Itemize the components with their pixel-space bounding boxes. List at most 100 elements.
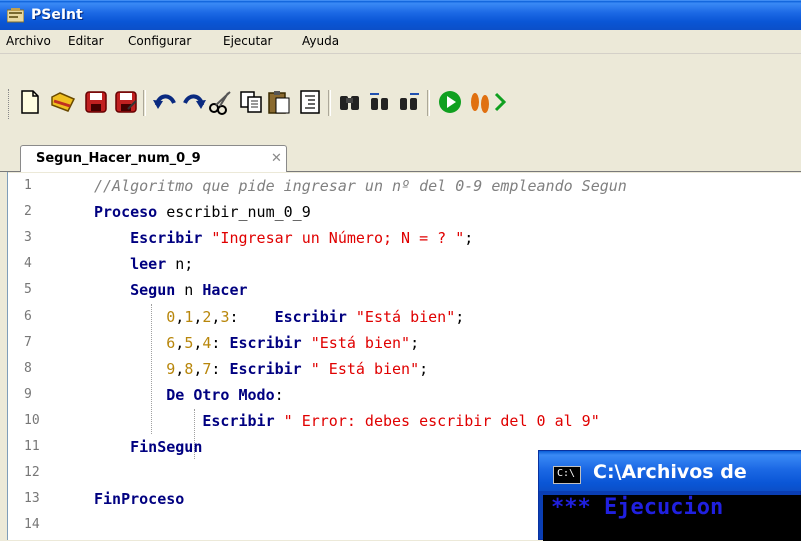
- code-line[interactable]: 4 leer n;: [8, 251, 801, 277]
- code-token: ;: [410, 333, 420, 352]
- line-number: 5: [24, 282, 32, 298]
- tab-segun-hacer[interactable]: Segun_Hacer_num_0_9 ✕: [20, 145, 287, 172]
- code-text: FinSegun: [94, 438, 202, 456]
- string-token: " Está bien": [310, 359, 420, 378]
- code-line[interactable]: 9 De Otro Modo:: [8, 382, 801, 408]
- code-line[interactable]: 3 Escribir "Ingresar un Número; N = ? ";: [8, 225, 801, 251]
- line-number: 12: [24, 465, 40, 481]
- number-token: 1: [184, 307, 194, 326]
- find-icon[interactable]: [337, 89, 363, 115]
- code-text: De Otro Modo:: [94, 385, 284, 404]
- code-line[interactable]: 1 //Algoritmo que pide ingresar un nº del…: [8, 173, 801, 199]
- code-line[interactable]: 5 Segun n Hacer: [8, 277, 801, 303]
- undo-icon[interactable]: [152, 89, 178, 115]
- line-number: 4: [24, 256, 32, 272]
- code-line[interactable]: 10 Escribir " Error: debes escribir del …: [8, 408, 801, 434]
- string-token: "Está bien": [355, 307, 456, 326]
- keyword-token: Escribir: [274, 307, 347, 326]
- code-line[interactable]: 7 6,5,4: Escribir "Está bien";: [8, 330, 801, 356]
- pseint-app-icon: [7, 8, 24, 23]
- code-token: ;: [419, 359, 429, 378]
- code-line[interactable]: 2 Proceso escribir_num_0_9: [8, 199, 801, 225]
- console-window[interactable]: C:\ C:\Archivos de *** Ejecucion: [538, 450, 801, 541]
- keyword-token: Proceso: [94, 203, 158, 222]
- code-text: //Algoritmo que pide ingresar un nº del …: [94, 177, 627, 195]
- code-text: FinProceso: [94, 490, 184, 508]
- code-line[interactable]: 6 0,1,2,3: Escribir "Está bien";: [8, 304, 801, 330]
- menu-editar[interactable]: Editar: [68, 34, 104, 48]
- code-token: ,: [175, 359, 185, 378]
- title-bar[interactable]: PSeInt: [0, 0, 801, 30]
- code-token: escribir_num_0_9: [157, 203, 311, 222]
- code-text: Escribir "Ingresar un Número; N = ? ";: [94, 229, 473, 247]
- code-text: Escribir " Error: debes escribir del 0 a…: [94, 411, 599, 430]
- code-token: n: [175, 281, 203, 300]
- save-as-icon[interactable]: [113, 89, 139, 115]
- string-token: "Está bien": [310, 333, 411, 352]
- code-line[interactable]: 8 9,8,7: Escribir " Está bien";: [8, 356, 801, 382]
- code-text: 6,5,4: Escribir "Está bien";: [94, 334, 419, 352]
- find-next-icon[interactable]: [396, 89, 422, 115]
- flowchart-icon[interactable]: [494, 89, 506, 115]
- line-number: 13: [24, 491, 40, 507]
- copy-icon[interactable]: [238, 89, 264, 115]
- line-number: 1: [24, 178, 32, 193]
- code-token: ,: [175, 307, 185, 326]
- code-token: n;: [166, 255, 194, 274]
- close-tab-icon[interactable]: ✕: [271, 151, 282, 166]
- number-token: 9: [166, 359, 176, 378]
- code-token: :: [211, 359, 230, 378]
- code-token: ;: [464, 229, 474, 248]
- keyword-token: Segun: [130, 281, 176, 300]
- open-file-icon[interactable]: [50, 89, 76, 115]
- save-icon[interactable]: [83, 89, 109, 115]
- keyword-token: Escribir: [202, 411, 275, 430]
- number-token: 0: [166, 307, 176, 326]
- comment-token: //Algoritmo que pide ingresar un nº del …: [94, 177, 627, 195]
- code-token: ,: [175, 333, 185, 352]
- paste-icon[interactable]: [266, 89, 292, 115]
- redo-icon[interactable]: [181, 89, 207, 115]
- number-token: 5: [184, 333, 194, 352]
- menu-configurar[interactable]: Configurar: [128, 34, 191, 48]
- code-text: Segun n Hacer: [94, 281, 248, 300]
- cut-icon[interactable]: [208, 89, 234, 115]
- console-icon: C:\: [553, 466, 581, 484]
- menu-ayuda[interactable]: Ayuda: [302, 34, 339, 48]
- step-by-step-icon[interactable]: [467, 89, 493, 115]
- tab-label: Segun_Hacer_num_0_9: [36, 151, 201, 166]
- menu-archivo[interactable]: Archivo: [6, 34, 51, 48]
- line-number: 2: [24, 204, 32, 220]
- menu-ejecutar[interactable]: Ejecutar: [223, 34, 273, 48]
- line-number: 9: [24, 386, 32, 402]
- find-previous-icon[interactable]: [367, 89, 393, 115]
- code-text: Proceso escribir_num_0_9: [94, 203, 311, 221]
- console-output-line: *** Ejecucion: [551, 495, 724, 520]
- keyword-token: FinProceso: [94, 490, 185, 509]
- line-number: 14: [24, 517, 40, 533]
- line-number: 3: [24, 230, 32, 246]
- line-number: 10: [24, 412, 40, 428]
- console-title-bar[interactable]: C:\ C:\Archivos de: [539, 451, 801, 491]
- indent-icon[interactable]: [297, 89, 323, 115]
- editor-left-border: [0, 172, 8, 540]
- toolbar-grip[interactable]: [8, 89, 10, 119]
- new-file-icon[interactable]: [17, 89, 43, 115]
- line-number: 7: [24, 334, 32, 350]
- toolbar-separator: [143, 90, 146, 116]
- console-output: *** Ejecucion: [543, 495, 801, 541]
- keyword-token: Escribir: [130, 229, 203, 248]
- code-token: :: [274, 385, 284, 404]
- code-text: 9,8,7: Escribir " Está bien";: [94, 360, 428, 378]
- run-icon[interactable]: [437, 89, 463, 115]
- code-token: :: [211, 333, 230, 352]
- keyword-token: Hacer: [202, 281, 248, 300]
- keyword-token: De Otro Modo: [166, 385, 275, 404]
